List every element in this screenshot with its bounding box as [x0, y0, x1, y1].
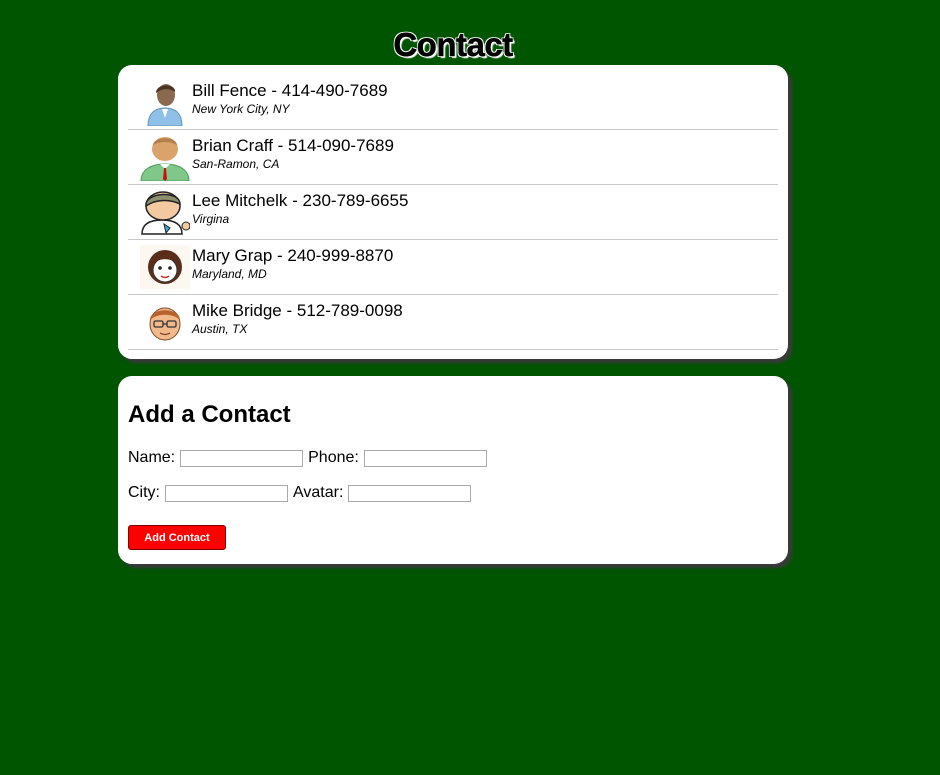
page-title: Contact	[393, 26, 513, 64]
contact-name-phone: Mike Bridge - 512-789-0098	[192, 301, 403, 320]
avatar-label: Avatar:	[293, 484, 344, 501]
phone-input[interactable]	[363, 449, 487, 467]
cartoon-man-avatar-icon	[141, 191, 190, 235]
contact-name-phone: Mary Grap - 240-999-8870	[192, 246, 394, 265]
contact-city: Maryland, MD	[192, 267, 267, 281]
list-item[interactable]: Mary Grap - 240-999-8870 Maryland, MD	[128, 240, 778, 295]
form-row-name-phone: Name: Phone:	[128, 449, 492, 467]
form-row-city-avatar: City: Avatar:	[128, 484, 476, 502]
form-heading: Add a Contact	[128, 401, 291, 428]
phone-label: Phone:	[308, 449, 359, 466]
city-label: City:	[128, 484, 160, 501]
add-contact-form: Add a Contact Name: Phone: City: Avatar:…	[118, 376, 788, 564]
contact-name-phone: Lee Mitchelk - 230-789-6655	[192, 191, 409, 210]
list-item[interactable]: Bill Fence - 414-490-7689 New York City,…	[128, 75, 778, 130]
man-with-glasses-avatar-icon	[149, 307, 181, 341]
contacts-card: Bill Fence - 414-490-7689 New York City,…	[118, 65, 788, 359]
contact-city: Austin, TX	[192, 322, 248, 336]
business-man-avatar-icon	[147, 84, 183, 126]
list-item[interactable]: Mike Bridge - 512-789-0098 Austin, TX	[128, 295, 778, 350]
contact-list: Bill Fence - 414-490-7689 New York City,…	[118, 65, 788, 350]
contact-city: New York City, NY	[192, 102, 290, 116]
name-input[interactable]	[180, 449, 304, 467]
city-input[interactable]	[165, 484, 288, 502]
add-contact-button[interactable]: Add Contact	[128, 525, 226, 550]
man-with-tie-avatar-icon	[140, 137, 190, 181]
woman-avatar-icon	[140, 245, 190, 289]
contact-name-phone: Brian Craff - 514-090-7689	[192, 136, 394, 155]
name-label: Name:	[128, 449, 176, 466]
list-item[interactable]: Brian Craff - 514-090-7689 San-Ramon, CA	[128, 130, 778, 185]
list-item[interactable]: Lee Mitchelk - 230-789-6655 Virgina	[128, 185, 778, 240]
contact-city: Virgina	[192, 212, 230, 226]
contact-city: San-Ramon, CA	[192, 157, 280, 171]
avatar-input[interactable]	[348, 484, 472, 502]
contact-name-phone: Bill Fence - 414-490-7689	[192, 81, 388, 100]
